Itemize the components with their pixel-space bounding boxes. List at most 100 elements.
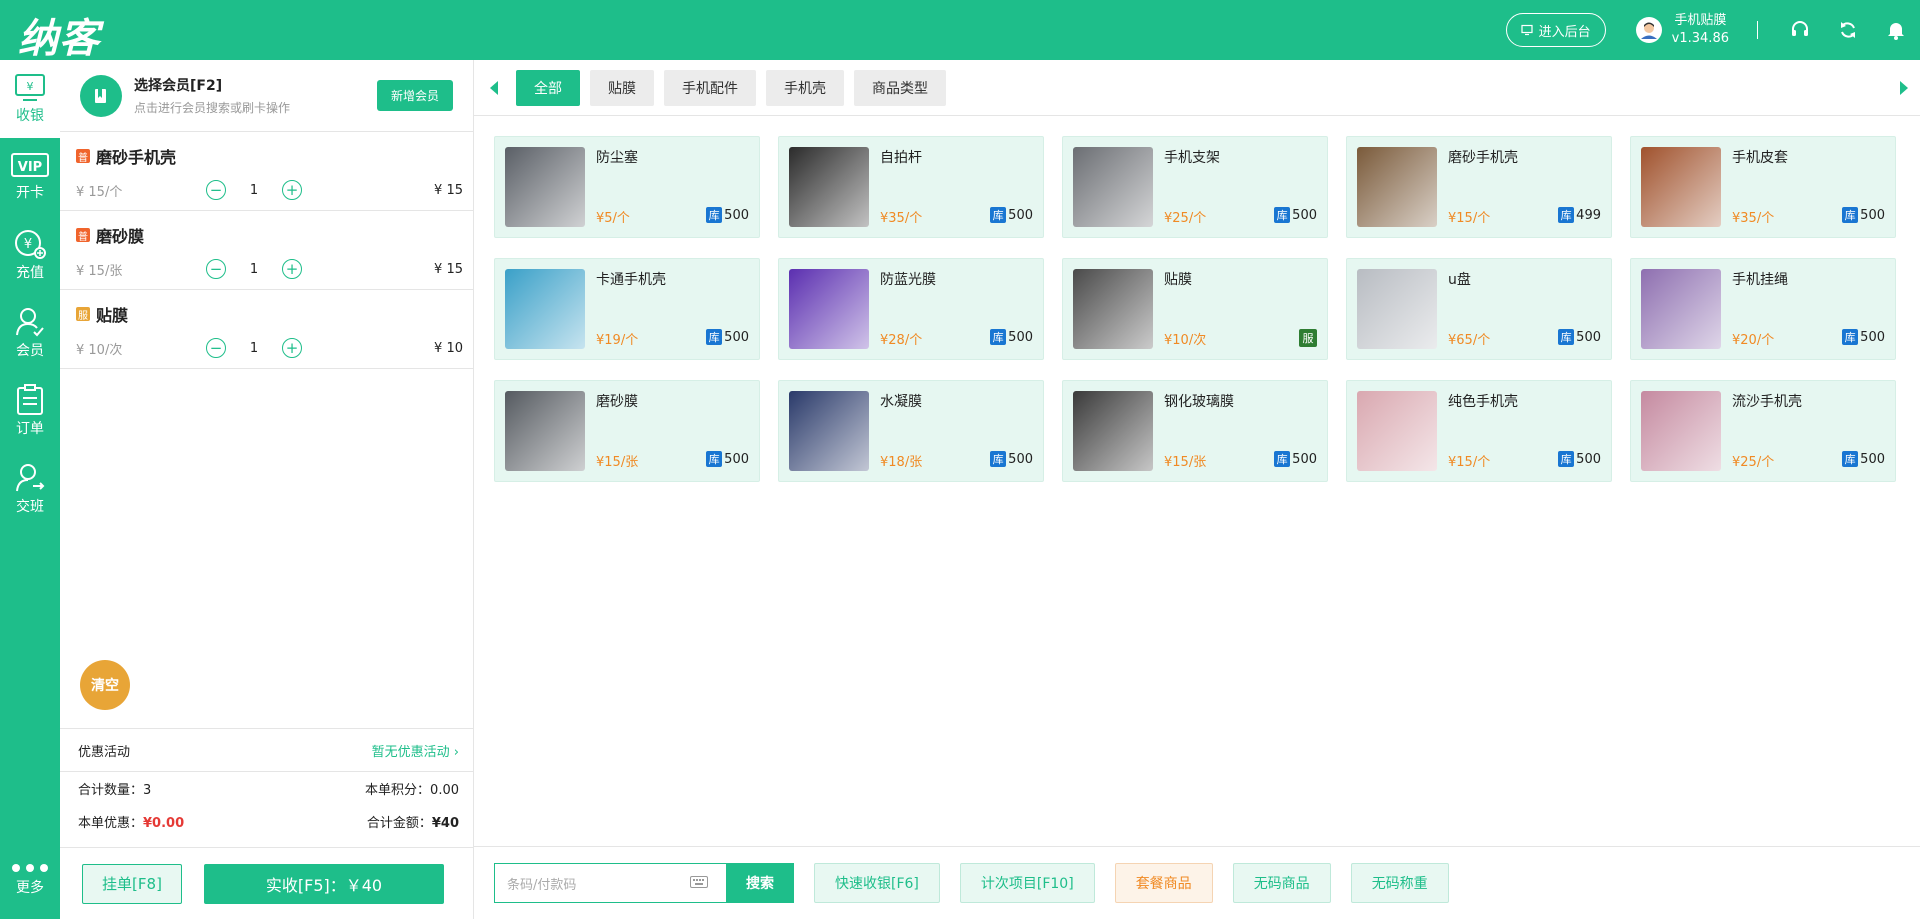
product-stock: 库 500 <box>990 451 1033 467</box>
product-card[interactable]: 防蓝光膜 ¥28/个 库 500 <box>778 258 1044 360</box>
stock-count: 500 <box>724 451 749 467</box>
product-price: ¥18/张 <box>880 455 923 470</box>
stock-badge: 库 <box>1842 207 1859 223</box>
promotion-row[interactable]: 优惠活动 暂无优惠活动 › <box>60 728 473 772</box>
cart-item-qty[interactable]: 1 <box>226 183 282 198</box>
recharge-icon: ¥ <box>15 230 46 259</box>
product-card[interactable]: 水凝膜 ¥18/张 库 500 <box>778 380 1044 482</box>
cart-item-qty[interactable]: 1 <box>226 341 282 356</box>
product-stock: 库 500 <box>1558 329 1601 345</box>
tab-product-type[interactable]: 商品类型 <box>854 69 946 106</box>
product-card[interactable]: 手机皮套 ¥35/个 库 500 <box>1630 136 1896 238</box>
product-name: u盘 <box>1448 272 1471 288</box>
product-stock: 库 500 <box>1274 207 1317 223</box>
product-name: 自拍杆 <box>880 150 922 166</box>
product-stock: 库 500 <box>1842 451 1885 467</box>
promotion-value[interactable]: 暂无优惠活动 › <box>372 741 459 760</box>
product-card[interactable]: 纯色手机壳 ¥15/个 库 500 <box>1346 380 1612 482</box>
barcode-search-input[interactable]: 条码/付款码 <box>494 863 726 903</box>
stock-count: 500 <box>724 329 749 345</box>
tab-all[interactable]: 全部 <box>516 69 580 106</box>
product-image <box>1073 147 1153 227</box>
product-card[interactable]: 钢化玻璃膜 ¥15/张 库 500 <box>1062 380 1328 482</box>
member-select-bar[interactable]: 选择会员[F2] 点击进行会员搜索或刷卡操作 新增会员 <box>60 60 473 132</box>
count-item-button[interactable]: 计次项目[F10] <box>959 863 1095 903</box>
product-image <box>505 391 585 471</box>
promotion-label: 优惠活动 <box>78 744 131 760</box>
clear-cart-button[interactable]: 清空 <box>80 660 130 710</box>
product-name: 磨砂手机壳 <box>1448 150 1518 166</box>
cashier-icon: ¥ <box>15 74 45 101</box>
cart-item-qty[interactable]: 1 <box>226 262 282 277</box>
tab-phone-case[interactable]: 手机壳 <box>766 69 844 106</box>
stock-badge: 库 <box>1558 207 1575 223</box>
product-card[interactable]: 磨砂膜 ¥15/张 库 500 <box>494 380 760 482</box>
scroll-left-icon[interactable] <box>490 80 498 95</box>
product-image <box>1073 391 1153 471</box>
product-card[interactable]: 手机支架 ¥25/个 库 500 <box>1062 136 1328 238</box>
product-image <box>1357 391 1437 471</box>
stock-badge: 库 <box>990 329 1007 345</box>
increase-qty-button[interactable]: + <box>282 180 302 200</box>
enter-backend-button[interactable]: 进入后台 <box>1505 13 1606 47</box>
nav-shift-label: 交班 <box>16 499 44 515</box>
increase-qty-button[interactable]: + <box>282 338 302 358</box>
nav-open-card-label: 开卡 <box>16 185 44 201</box>
stock-count: 500 <box>1576 451 1601 467</box>
product-card[interactable]: 自拍杆 ¥35/个 库 500 <box>778 136 1044 238</box>
product-card[interactable]: 贴膜 ¥10/次 服 <box>1062 258 1328 360</box>
bell-icon[interactable] <box>1882 16 1910 44</box>
cart-item[interactable]: 服贴膜 ¥ 10/次 − 1 + ¥ 10 <box>60 290 473 369</box>
headset-icon[interactable] <box>1786 16 1814 44</box>
new-member-button[interactable]: 新增会员 <box>376 80 453 111</box>
stock-count: 500 <box>724 207 749 223</box>
quick-cash-button[interactable]: 快速收银[F6] <box>814 863 940 903</box>
decrease-qty-button[interactable]: − <box>206 338 226 358</box>
product-card[interactable]: 磨砂手机壳 ¥15/个 库 499 <box>1346 136 1612 238</box>
nav-shift[interactable]: 交班 <box>0 450 60 528</box>
product-name: 手机挂绳 <box>1732 272 1788 288</box>
no-code-weigh-button[interactable]: 无码称重 <box>1350 863 1449 903</box>
keyboard-icon[interactable] <box>690 876 708 888</box>
product-name: 手机支架 <box>1164 150 1220 166</box>
order-summary: 合计数量：3 本单积分：0.00 本单优惠：¥0.00 合计金额：¥40 <box>60 772 473 838</box>
stock-count: 500 <box>1576 329 1601 345</box>
tab-accessories[interactable]: 手机配件 <box>664 69 756 106</box>
product-card[interactable]: 卡通手机壳 ¥19/个 库 500 <box>494 258 760 360</box>
nav-more[interactable]: 更多 <box>0 841 60 919</box>
product-image <box>1073 269 1153 349</box>
nav-member[interactable]: 会员 <box>0 294 60 372</box>
nav-cashier[interactable]: ¥ 收银 <box>0 60 60 138</box>
nav-recharge[interactable]: ¥ 充值 <box>0 216 60 294</box>
quantity-stepper: − 1 + <box>206 338 302 358</box>
product-stock: 库 500 <box>1842 329 1885 345</box>
user-name: 手机贴膜 <box>1674 13 1727 28</box>
stock-count: 500 <box>1008 207 1033 223</box>
tab-film[interactable]: 贴膜 <box>590 69 654 106</box>
product-card[interactable]: u盘 ¥65/个 库 500 <box>1346 258 1612 360</box>
enter-backend-label: 进入后台 <box>1538 24 1591 40</box>
no-code-product-button[interactable]: 无码商品 <box>1232 863 1331 903</box>
product-card[interactable]: 流沙手机壳 ¥25/个 库 500 <box>1630 380 1896 482</box>
nav-order-label: 订单 <box>16 421 44 437</box>
product-stock: 服 <box>1299 329 1317 347</box>
nav-order[interactable]: 订单 <box>0 372 60 450</box>
product-card[interactable]: 防尘塞 ¥5/个 库 500 <box>494 136 760 238</box>
hold-order-button[interactable]: 挂单[F8] <box>82 863 182 904</box>
scroll-right-icon[interactable] <box>1900 81 1908 95</box>
sync-icon[interactable] <box>1834 16 1862 44</box>
search-button[interactable]: 搜索 <box>726 863 794 903</box>
increase-qty-button[interactable]: + <box>282 259 302 279</box>
product-name: 钢化玻璃膜 <box>1164 394 1234 410</box>
nav-open-card[interactable]: VIP 开卡 <box>0 138 60 216</box>
stock-badge: 库 <box>1274 451 1291 467</box>
cart-item-name: 贴膜 <box>96 306 129 325</box>
package-product-button[interactable]: 套餐商品 <box>1114 863 1213 903</box>
product-card[interactable]: 手机挂绳 ¥20/个 库 500 <box>1630 258 1896 360</box>
cart-item[interactable]: 普磨砂手机壳 ¥ 15/个 − 1 + ¥ 15 <box>60 132 473 211</box>
cart-item[interactable]: 普磨砂膜 ¥ 15/张 − 1 + ¥ 15 <box>60 211 473 290</box>
decrease-qty-button[interactable]: − <box>206 180 226 200</box>
user-info[interactable]: 手机贴膜 v1.34.86 <box>1635 12 1729 48</box>
checkout-button[interactable]: 实收[F5]：￥40 <box>204 863 444 904</box>
decrease-qty-button[interactable]: − <box>206 259 226 279</box>
